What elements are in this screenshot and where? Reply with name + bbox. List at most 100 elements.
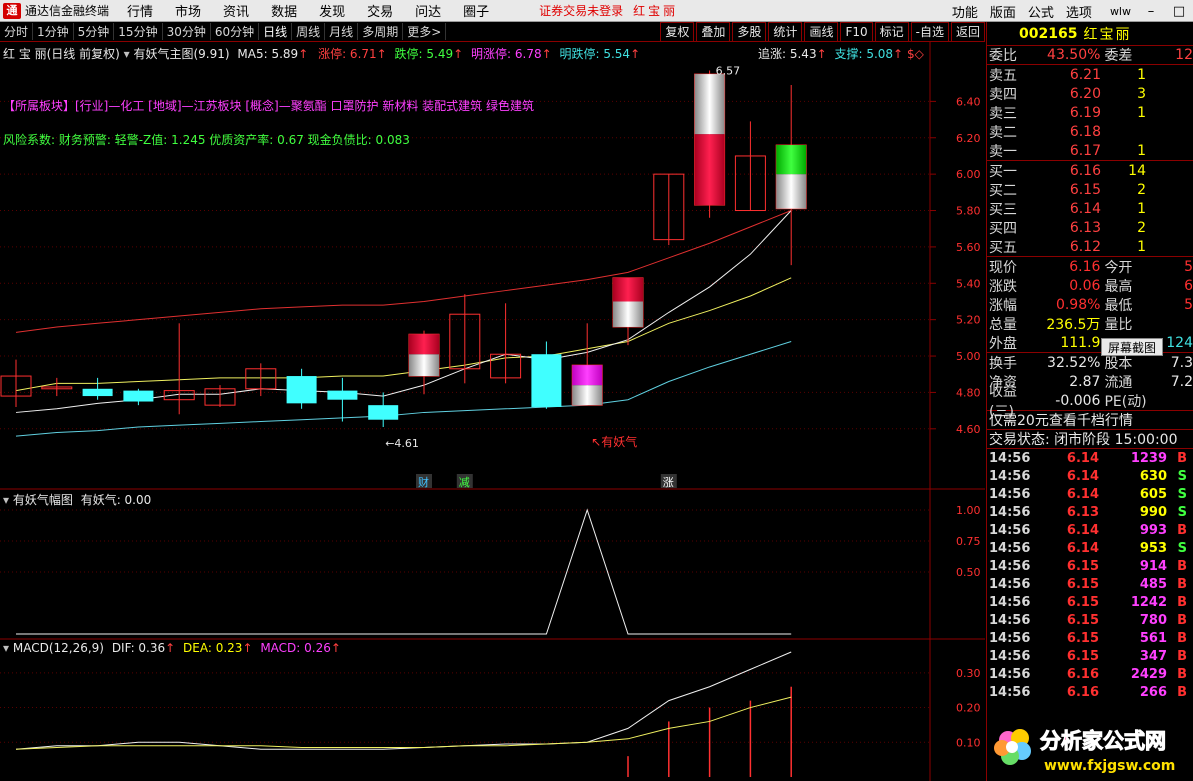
menu-shuju[interactable]: 数据 [271, 1, 297, 20]
period-multi[interactable]: 多周期 [358, 23, 404, 40]
tool-f10[interactable]: F10 [840, 22, 873, 42]
signal-bar-segment [613, 277, 643, 302]
menu-faxian[interactable]: 发现 [319, 1, 345, 20]
tick-list[interactable]: 14:56 6.14 1239 B 14:56 6.14 630 S 14:56 6.14 605 S… [987, 449, 1193, 701]
period-day[interactable]: 日线 [259, 23, 293, 40]
ask-price: 6.21 [1069, 66, 1101, 83]
period-5min[interactable]: 5分钟 [74, 23, 115, 40]
y-tick-label: 6.00 [956, 168, 981, 181]
menu-jiaoyi[interactable]: 交易 [367, 1, 393, 20]
minimize-icon[interactable]: – [1137, 4, 1165, 19]
collapse-icon[interactable]: ▾ [3, 493, 13, 507]
period-more[interactable]: 更多> [403, 23, 447, 40]
candle-body [531, 354, 562, 407]
macd-dea: DEA: 0.23 [183, 641, 243, 655]
ask-price: 6.20 [1069, 85, 1101, 102]
menu-shichang[interactable]: 市场 [175, 1, 201, 20]
period-1min[interactable]: 1分钟 [33, 23, 74, 40]
maximize-icon[interactable]: □ [1165, 4, 1193, 19]
period-week[interactable]: 周线 [292, 23, 326, 40]
app-logo-icon: 通 [3, 2, 21, 19]
tool-fanhui[interactable]: 返回 [950, 22, 985, 42]
high-price-label: 6.57 [716, 64, 741, 77]
tool-diejia[interactable]: 叠加 [696, 22, 731, 42]
tool-duogu[interactable]: 多股 [732, 22, 767, 42]
menubar-right: 功能 版面 公式 选项 wlw – □ [952, 0, 1193, 22]
menu-hangqing[interactable]: 行情 [127, 1, 153, 20]
tool-biaoji[interactable]: 标记 [874, 22, 909, 42]
tool-tongji[interactable]: 统计 [768, 22, 803, 42]
tick-time: 14:56 [989, 666, 1031, 682]
tick-row: 14:56 6.16 266 B [987, 683, 1193, 701]
diamond-icon[interactable]: ◇ [915, 47, 924, 61]
period-60min[interactable]: 60分钟 [211, 23, 260, 40]
menu-gongneng[interactable]: 功能 [952, 2, 978, 21]
ask-volume: 1 [1137, 66, 1146, 83]
tick-side: S [1177, 486, 1187, 502]
tool-fuquan[interactable]: 复权 [660, 22, 695, 42]
bid-label: 买四 [989, 220, 1017, 237]
y-tick-label: 6.20 [956, 132, 981, 145]
login-notice[interactable]: 证券交易未登录 [539, 2, 623, 19]
menu-quanzi[interactable]: 圈子 [463, 1, 489, 20]
tick-row: 14:56 6.14 605 S [987, 485, 1193, 503]
period-month[interactable]: 月线 [325, 23, 359, 40]
tick-side: B [1177, 684, 1187, 700]
sub1-title[interactable]: 有妖气幅图 [13, 493, 73, 507]
tick-volume: 347 [1139, 648, 1167, 664]
menu-xuanxiang[interactable]: 选项 [1066, 2, 1092, 21]
menu-wenda[interactable]: 问达 [415, 1, 441, 20]
up-arrow-icon: ↑ [816, 47, 827, 61]
tool-zixuan[interactable]: -自选 [910, 22, 949, 42]
macd-title[interactable]: MACD(12,26,9) [13, 641, 104, 655]
tick-row: 14:56 6.14 630 S [987, 467, 1193, 485]
stat-row: 收益(三) -0.006 PE(动) [987, 384, 1193, 420]
ask-row: 卖三 6.19 1 [987, 103, 1193, 122]
bid-label: 买三 [989, 201, 1017, 218]
bid-price: 6.16 [1069, 162, 1101, 179]
period-15min[interactable]: 15分钟 [114, 23, 163, 40]
macd-dif-line [15, 651, 792, 750]
tick-volume: 914 [1139, 558, 1167, 574]
bid-label: 买二 [989, 182, 1017, 199]
zhicheng-value: 支撑: 5.08 [834, 47, 894, 61]
stat-label: 最高 [1104, 278, 1133, 295]
indicator-name[interactable]: 有妖气主图(9.91) [133, 47, 229, 61]
promo-row[interactable]: 仅需20元查看千档行情 [987, 411, 1193, 430]
tick-row: 14:56 6.15 347 B [987, 647, 1193, 665]
candle-body [327, 390, 358, 400]
stat-label: 今开 [1104, 259, 1133, 276]
promo-text[interactable]: 仅需20元查看千档行情 [989, 410, 1133, 430]
tick-price: 6.14 [1066, 468, 1099, 484]
menu-banmian[interactable]: 版面 [990, 2, 1016, 21]
menu-zixun[interactable]: 资讯 [223, 1, 249, 20]
tool-huaxian[interactable]: 画线 [804, 22, 839, 42]
collapse-icon[interactable]: ▾ [3, 641, 13, 655]
menu-gongshi[interactable]: 公式 [1028, 2, 1054, 21]
dollar-icon[interactable]: $ [907, 47, 915, 61]
ask-price: 6.17 [1069, 142, 1101, 159]
tick-side: B [1177, 666, 1187, 682]
screenshot-button[interactable]: 屏幕截图 [1101, 338, 1163, 356]
sub1-value: 有妖气: 0.00 [80, 493, 152, 507]
stat-label: 涨跌 [989, 278, 1017, 295]
tick-time: 14:56 [989, 486, 1031, 502]
y-tick-label: 5.80 [956, 205, 981, 218]
tick-price: 6.16 [1066, 666, 1099, 682]
kline-chart-svg[interactable]: 6.57 ←4.61 ↖有妖气财 减 涨 6.40 6.20 6.00 5.80 5.60 5.4… [0, 42, 985, 781]
period-30min[interactable]: 30分钟 [163, 23, 211, 40]
tick-volume: 953 [1139, 540, 1167, 556]
ask-label: 卖四 [989, 86, 1017, 103]
tick-side: S [1177, 504, 1187, 520]
tick-volume: 990 [1139, 504, 1167, 520]
y-tick-label: 4.80 [956, 386, 981, 399]
period-fenshi[interactable]: 分时 [0, 23, 34, 40]
tick-side: B [1177, 450, 1187, 466]
bid-price: 6.14 [1069, 200, 1101, 217]
y-tick-label: 0.50 [956, 566, 981, 579]
collapse-icon[interactable]: ▾ [124, 47, 134, 61]
bid-book: 买一 6.16 14 买二 6.15 2 买三 6.14 1 买四 6.13 2 买五 6.12 1 [987, 161, 1193, 256]
tick-volume: 993 [1139, 522, 1167, 538]
kline-chart-panel[interactable]: 6.57 ←4.61 ↖有妖气财 减 涨 6.40 6.20 6.00 5.80 5.60 5.4… [0, 42, 985, 781]
stat-value: 5 [1184, 296, 1193, 313]
